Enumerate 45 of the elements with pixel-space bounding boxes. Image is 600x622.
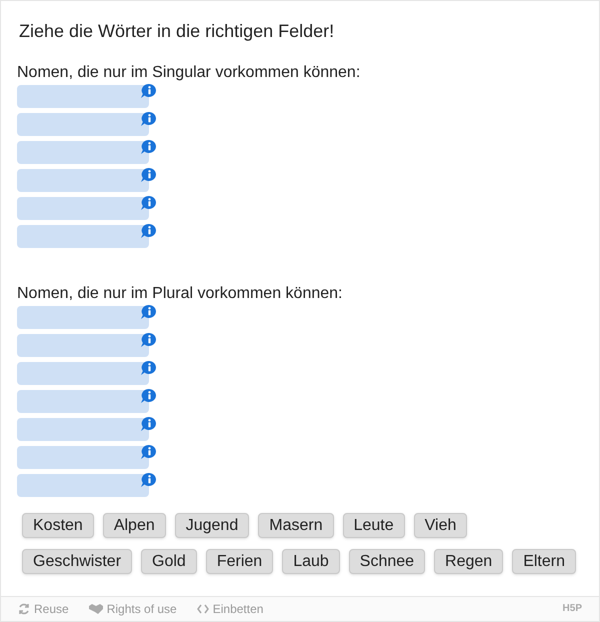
info-icon[interactable]	[140, 83, 158, 99]
info-icon[interactable]	[140, 167, 158, 183]
word-chip[interactable]: Gold	[141, 549, 197, 574]
refresh-icon	[18, 603, 30, 615]
word-chip[interactable]: Alpen	[102, 513, 166, 538]
info-icon[interactable]	[140, 444, 158, 460]
drop-zone[interactable]	[17, 141, 149, 164]
word-chip[interactable]: Masern	[258, 513, 334, 538]
word-chip[interactable]: Kosten	[22, 513, 94, 538]
drop-zone[interactable]	[17, 225, 149, 248]
drop-zone[interactable]	[17, 390, 149, 413]
word-chip[interactable]: Jugend	[174, 513, 250, 538]
info-icon[interactable]	[140, 139, 158, 155]
drop-zone[interactable]	[17, 474, 149, 497]
info-icon[interactable]	[140, 388, 158, 404]
info-icon[interactable]	[140, 472, 158, 488]
info-icon[interactable]	[140, 332, 158, 348]
word-chip[interactable]: Eltern	[512, 549, 576, 574]
word-chip[interactable]: Regen	[434, 549, 504, 574]
word-chip[interactable]: Ferien	[206, 549, 274, 574]
code-icon	[196, 604, 209, 614]
logo: H5P	[562, 602, 582, 616]
drop-zone[interactable]	[17, 418, 149, 441]
info-icon[interactable]	[140, 223, 158, 239]
drop-zone[interactable]	[17, 85, 149, 108]
drop-zone[interactable]	[17, 306, 149, 329]
drop-zone[interactable]	[17, 197, 149, 220]
drop-zone[interactable]	[17, 362, 149, 385]
info-icon[interactable]	[140, 416, 158, 432]
word-chip[interactable]: Geschwister	[22, 549, 132, 574]
word-chip[interactable]: Laub	[282, 549, 340, 574]
drop-zone[interactable]	[17, 113, 149, 136]
section-heading: Nomen, die nur im Plural vorkommen können:	[17, 285, 344, 303]
info-icon[interactable]	[140, 195, 158, 211]
word-chip[interactable]: Schnee	[348, 549, 426, 574]
section-heading: Nomen, die nur im Singular vorkommen können:	[17, 64, 362, 82]
drop-zone[interactable]	[17, 334, 149, 357]
drop-zone[interactable]	[17, 446, 149, 469]
word-chip[interactable]: Leute	[342, 513, 405, 538]
info-icon[interactable]	[140, 360, 158, 376]
info-icon[interactable]	[140, 304, 158, 320]
drop-zone[interactable]	[17, 169, 149, 192]
word-chip[interactable]: Vieh	[414, 513, 468, 538]
info-icon[interactable]	[140, 111, 158, 127]
task-title: Ziehe die Wörter in die richtigen Felder!	[19, 20, 336, 43]
